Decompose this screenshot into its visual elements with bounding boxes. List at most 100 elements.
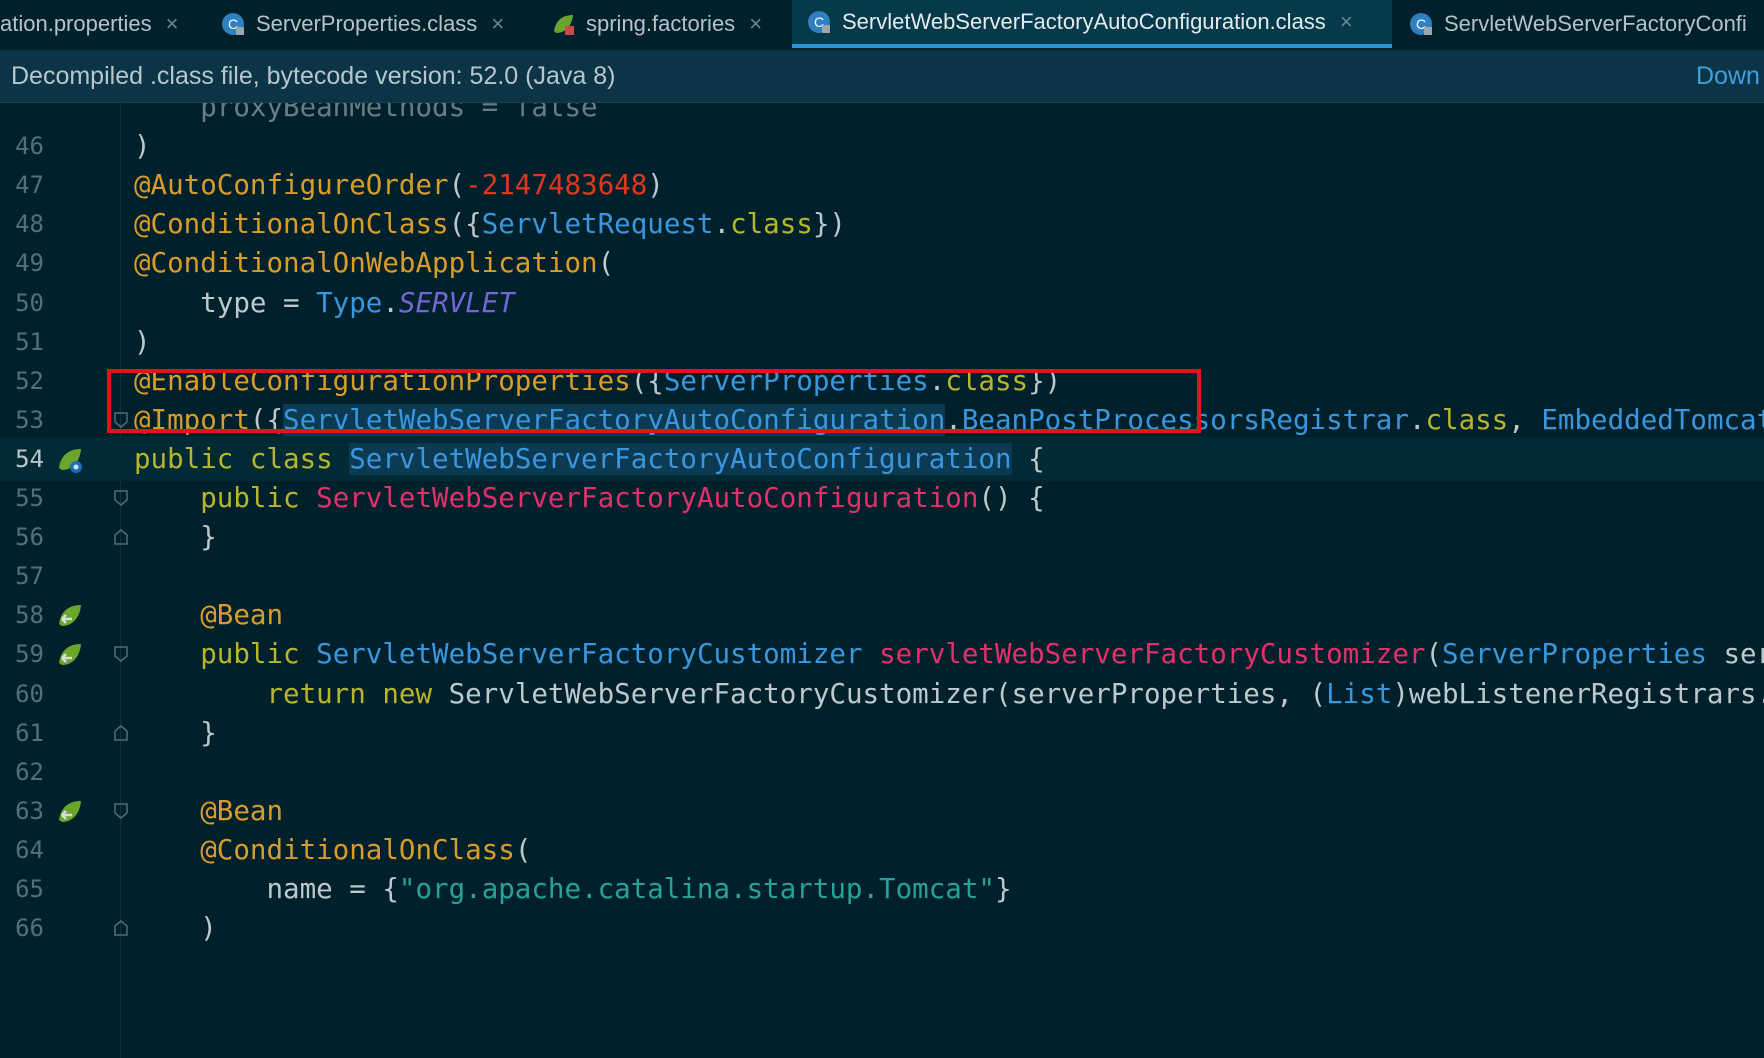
code-line[interactable]: 48 @ConditionalOnClass({ServletRequest.cl… (0, 202, 1764, 246)
code-line[interactable]: 51) (0, 320, 1764, 364)
code-token: } (134, 521, 217, 554)
code-token: ServerProperties (663, 364, 929, 397)
code-token: @Bean (134, 599, 284, 632)
fold-start-icon[interactable] (114, 646, 128, 663)
spring-bean-icon[interactable] (56, 446, 84, 474)
code-line[interactable]: 65 name = {"org.apache.catalina.startup.… (0, 867, 1764, 911)
code-line[interactable]: 53 @Import({ServletWebServerFactoryAutoCo… (0, 398, 1764, 442)
code-line[interactable]: 58 @Bean (0, 593, 1764, 637)
code-text[interactable]: @ConditionalOnWebApplication( (134, 241, 614, 285)
line-number: 58 (15, 601, 44, 630)
code-line[interactable]: 55 public ServletWebServerFactoryAutoCon… (0, 476, 1764, 520)
code-text[interactable]: @AutoConfigureOrder(-2147483648) (134, 163, 664, 207)
code-text[interactable]: @Import({ServletWebServerFactoryAutoConf… (134, 398, 1764, 442)
code-line[interactable]: 46) (0, 124, 1764, 168)
bean-method-icon[interactable] (56, 641, 84, 669)
fold-start-icon[interactable] (114, 490, 128, 506)
tab-serverproperties-class[interactable]: C ServerProperties.class × (220, 0, 530, 48)
code-line[interactable]: 57 (0, 554, 1764, 598)
code-line[interactable]: 59 public ServletWebServerFactoryCustomi… (0, 632, 1764, 676)
code-token: proxyBeanMethods = false (134, 103, 598, 123)
code-token: ( (448, 169, 466, 202)
code-token: serverPro (1723, 638, 1764, 671)
close-icon[interactable]: × (1340, 9, 1353, 35)
code-text[interactable]: @ConditionalOnClass({ServletRequest.clas… (134, 202, 846, 246)
code-text[interactable]: public ServletWebServerFactoryAutoConfig… (134, 476, 1045, 520)
fold-start-icon[interactable] (114, 803, 128, 819)
bean-method-icon[interactable] (56, 602, 84, 630)
line-number: 47 (15, 171, 44, 200)
code-text[interactable]: type = Type.SERVLET (134, 281, 515, 325)
code-line[interactable]: 63 @Bean (0, 789, 1764, 833)
code-text[interactable]: } (134, 515, 217, 559)
code-text[interactable]: ) (134, 906, 217, 950)
code-line[interactable]: 47 @AutoConfigureOrder(-2147483648) (0, 163, 1764, 207)
tab-servletwebserverfactoryautoconfiguration-class[interactable]: C ServletWebServerFactoryAutoConfigurati… (792, 0, 1392, 48)
code-token: } (134, 716, 217, 749)
code-line[interactable]: 66 ) (0, 906, 1764, 950)
code-token: . (1408, 403, 1426, 436)
code-token: ) (134, 325, 151, 358)
tab-servletwebserverfactoryconfiguration-class[interactable]: C ServletWebServerFactoryConfi (1408, 0, 1764, 48)
close-icon[interactable]: × (749, 11, 762, 37)
code-token: ( (1425, 638, 1443, 671)
code-token: @Import (134, 403, 250, 436)
code-token: @EnableConfigurationProperties (134, 364, 631, 397)
fold-end-icon[interactable] (114, 529, 128, 545)
fold-end-icon[interactable] (114, 724, 128, 741)
code-token: public (134, 442, 250, 475)
code-editor[interactable]: proxyBeanMethods = false 46) 47 @AutoConfig… (0, 103, 1764, 1058)
code-token: @ConditionalOnClass (134, 833, 515, 866)
code-text[interactable]: name = {"org.apache.catalina.startup.Tom… (134, 867, 1011, 911)
tab-application-properties[interactable]: ation.properties × (0, 0, 200, 48)
code-token: , (1508, 403, 1542, 436)
code-line[interactable]: 64 @ConditionalOnClass( (0, 828, 1764, 872)
code-token: @Bean (134, 794, 284, 827)
line-number: 63 (15, 796, 44, 825)
code-line[interactable]: 54 public class ServletWebServerFactoryAu… (0, 436, 1764, 481)
code-token: List (1326, 677, 1393, 710)
code-text[interactable]: public class ServletWebServerFactoryAuto… (134, 437, 1045, 481)
code-token: )webListenerRegistrars.ordere (1392, 677, 1764, 710)
code-text[interactable]: @ConditionalOnClass( (134, 828, 531, 872)
line-number: 51 (15, 327, 44, 356)
class-file-icon: C (806, 9, 832, 35)
fold-end-icon[interactable] (114, 920, 128, 936)
download-sources-link[interactable]: Down (1696, 62, 1760, 91)
code-text[interactable]: @Bean (134, 593, 283, 637)
code-line[interactable]: 60 return new ServletWebServerFactoryCus… (0, 672, 1764, 716)
code-line[interactable]: 49 @ConditionalOnWebApplication( (0, 241, 1764, 285)
line-number: 62 (15, 757, 44, 786)
tab-spring-factories[interactable]: spring.factories × (550, 0, 790, 48)
code-text[interactable]: ) (134, 124, 151, 168)
code-text[interactable]: return new ServletWebServerFactoryCustom… (134, 672, 1764, 716)
close-icon[interactable]: × (166, 11, 179, 37)
code-token: () { (978, 482, 1045, 514)
code-text[interactable]: } (134, 711, 217, 755)
code-line[interactable]: 50 type = Type.SERVLET (0, 281, 1764, 325)
line-number: 66 (15, 914, 44, 943)
code-line[interactable]: 56 } (0, 515, 1764, 559)
line-number: 54 (15, 444, 44, 473)
code-text[interactable]: ) (134, 320, 151, 364)
line-number: 46 (15, 132, 44, 161)
code-text[interactable]: @EnableConfigurationProperties({ServerPr… (134, 359, 1061, 403)
code-token: servletWebServerFactoryCustomizer (879, 638, 1426, 671)
tab-label: ServletWebServerFactoryAutoConfiguration… (842, 9, 1326, 34)
close-icon[interactable]: × (491, 11, 504, 37)
fold-start-icon[interactable] (114, 412, 128, 428)
code-token: @ConditionalOnClass (134, 208, 449, 241)
code-text[interactable]: @Bean (134, 789, 283, 833)
code-line[interactable]: 52 @EnableConfigurationProperties({Server… (0, 359, 1764, 403)
code-token: @AutoConfigureOrder (134, 169, 449, 202)
code-text[interactable]: public ServletWebServerFactoryCustomizer… (134, 632, 1764, 676)
code-token: public (200, 638, 317, 671)
code-line[interactable]: 62 (0, 750, 1764, 794)
code-token: ) (647, 169, 664, 202)
tab-label: ServerProperties.class (256, 11, 478, 36)
line-number: 49 (15, 249, 44, 278)
bean-method-icon[interactable] (56, 798, 84, 826)
code-line[interactable]: 61 } (0, 711, 1764, 755)
